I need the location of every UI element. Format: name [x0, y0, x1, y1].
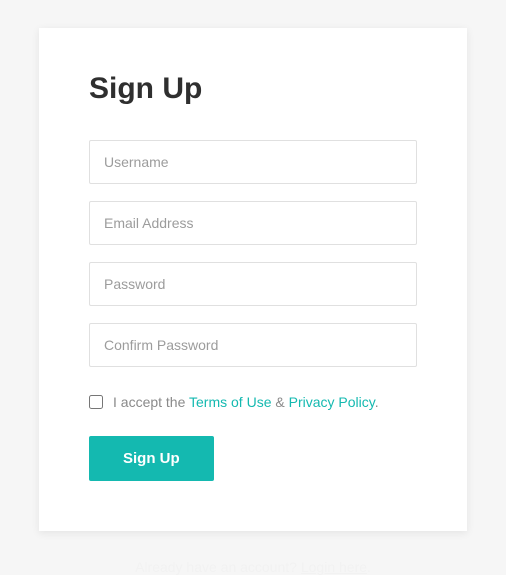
password-input[interactable] [89, 262, 417, 306]
confirm-password-input[interactable] [89, 323, 417, 367]
signup-button[interactable]: Sign Up [89, 436, 214, 481]
footer-post: . [367, 559, 371, 575]
terms-row: I accept the Terms of Use & Privacy Poli… [89, 394, 417, 410]
terms-of-use-link[interactable]: Terms of Use [189, 394, 271, 410]
signup-card: Sign Up I accept the Terms of Use & Priv… [39, 28, 467, 531]
username-input[interactable] [89, 140, 417, 184]
footer-text: Already have an account? [135, 559, 301, 575]
login-footer: Already have an account? Login here. [0, 559, 506, 575]
terms-post: . [375, 394, 379, 410]
terms-pre: I accept the [113, 394, 189, 410]
terms-mid: & [271, 394, 288, 410]
terms-text: I accept the Terms of Use & Privacy Poli… [113, 394, 379, 410]
privacy-policy-link[interactable]: Privacy Policy [289, 394, 375, 410]
terms-checkbox[interactable] [89, 395, 103, 409]
email-input[interactable] [89, 201, 417, 245]
page-title: Sign Up [89, 72, 417, 106]
login-link[interactable]: Login here [301, 559, 367, 575]
